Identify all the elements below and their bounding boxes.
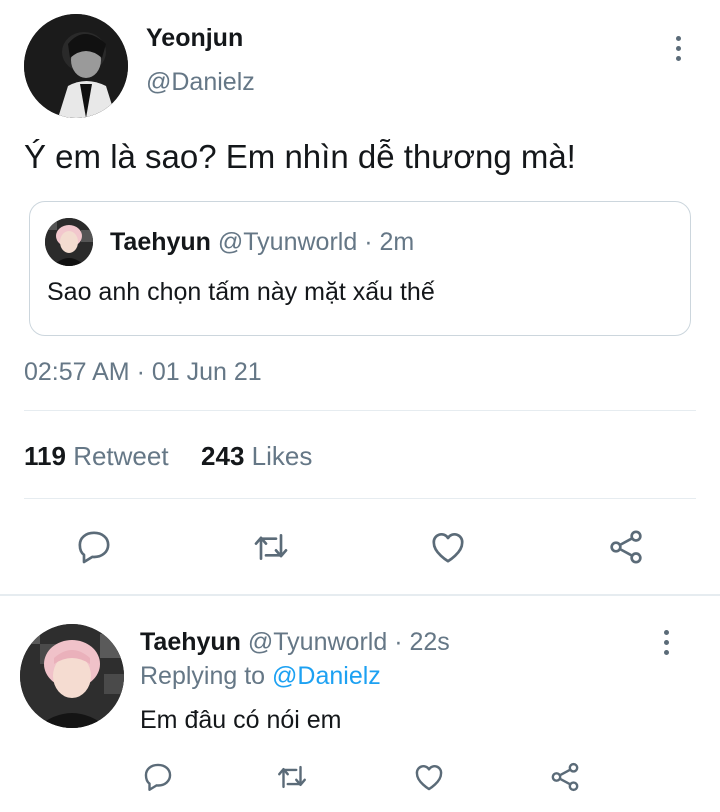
- avatar-taehyun-small[interactable]: [45, 218, 93, 266]
- reply-display-name[interactable]: Taehyun: [140, 628, 241, 656]
- retweet-icon[interactable]: [250, 527, 292, 567]
- replying-to: Replying to @Danielz: [140, 662, 381, 691]
- more-vertical-icon[interactable]: [658, 630, 674, 656]
- likes-count[interactable]: 243: [201, 441, 244, 471]
- reply-text: Em đâu có nói em: [140, 706, 342, 734]
- avatar-yeonjun[interactable]: [24, 14, 128, 118]
- heart-icon[interactable]: [428, 527, 468, 567]
- user-handle[interactable]: @Danielz: [146, 68, 255, 97]
- share-icon[interactable]: [548, 760, 582, 794]
- quoted-tweet-card[interactable]: [29, 201, 691, 336]
- tweet-timestamp[interactable]: 02:57 AM · 01 Jun 21: [24, 358, 262, 387]
- retweet-label[interactable]: Retweet: [73, 441, 168, 471]
- reply-handle[interactable]: @Tyunworld: [248, 628, 387, 656]
- divider: [24, 498, 696, 499]
- reply-header: Taehyun @Tyunworld · 22s: [140, 628, 450, 657]
- tweet-text: Ý em là sao? Em nhìn dễ thương mà!: [24, 138, 576, 175]
- replying-to-label: Replying to: [140, 662, 266, 690]
- heart-icon[interactable]: [412, 760, 446, 794]
- avatar-taehyun[interactable]: [20, 624, 124, 728]
- reply-icon[interactable]: [74, 527, 114, 567]
- more-vertical-icon[interactable]: [670, 36, 686, 62]
- replying-to-handle[interactable]: @Danielz: [272, 662, 381, 690]
- quoted-display-name[interactable]: Taehyun: [110, 228, 211, 256]
- engagement-stats: 119 Retweet 243 Likes: [24, 441, 312, 472]
- share-icon[interactable]: [606, 527, 646, 567]
- quoted-header: Taehyun @Tyunworld · 2m: [110, 228, 414, 257]
- quoted-text: Sao anh chọn tấm này mặt xấu thế: [47, 278, 435, 306]
- section-separator: [0, 594, 720, 596]
- display-name[interactable]: Yeonjun: [146, 24, 243, 53]
- reply-icon[interactable]: [141, 760, 175, 794]
- quoted-handle[interactable]: @Tyunworld: [218, 228, 357, 256]
- quoted-time: · 2m: [364, 228, 415, 256]
- retweet-count[interactable]: 119: [24, 441, 66, 471]
- reply-time: · 22s: [394, 628, 450, 656]
- likes-label[interactable]: Likes: [252, 441, 313, 471]
- divider: [24, 410, 696, 411]
- retweet-icon[interactable]: [274, 760, 310, 794]
